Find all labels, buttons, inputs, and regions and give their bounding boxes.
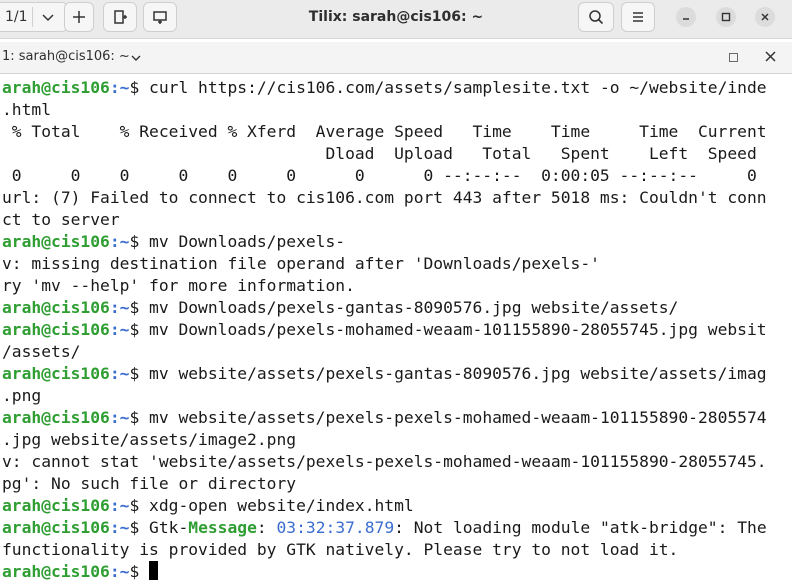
output-text: ct to server: [2, 210, 120, 229]
prompt-line: arah@cis106:~$ mv website/assets/pexels-…: [2, 407, 767, 429]
output-line: 0 0 0 0 0 0 0 0 --:--:-- 0:00:05 --:--:-…: [2, 165, 757, 187]
output-text: .html: [2, 100, 52, 119]
command-text: $ mv website/assets/pexels-pexels-mohame…: [129, 408, 767, 427]
output-text: /assets/: [2, 342, 81, 361]
output-line: .html: [2, 99, 51, 121]
output-line: pg': No such file or directory: [2, 473, 296, 495]
output-line: .jpg website/assets/image2.png: [2, 429, 296, 451]
main-menu-button[interactable]: [621, 2, 655, 32]
prompt-line: arah@cis106:~$ mv Downloads/pexels-: [2, 231, 345, 253]
prompt-path: :~: [109, 232, 130, 251]
maximize-terminal-icon[interactable]: [729, 53, 738, 62]
terminal-title-bar: 1: sarah@cis106: ~: [0, 42, 792, 74]
command-text: $ xdg-open website/index.html: [129, 496, 414, 515]
prompt-line: arah@cis106:~$ mv Downloads/pexels-moham…: [2, 319, 767, 341]
prompt-line: arah@cis106:~$ Gtk-Message: 03:32:37.879…: [2, 517, 767, 539]
minimize-icon: [683, 18, 689, 20]
prompt-line: arah@cis106:~$ mv Downloads/pexels-ganta…: [2, 297, 678, 319]
maximize-button[interactable]: [716, 7, 736, 27]
prompt-user: arah@cis106: [2, 298, 110, 317]
output-text: pg': No such file or directory: [2, 474, 297, 493]
window-title: Tilix: sarah@cis106: ~: [308, 9, 484, 25]
prompt-user: arah@cis106: [2, 562, 110, 581]
command-text: $ mv Downloads/pexels-: [129, 232, 346, 251]
separator-text: :: [256, 518, 277, 537]
output-text: Dload Upload Total Spent Left Speed: [2, 144, 757, 163]
search-icon: [589, 10, 604, 25]
close-window-button[interactable]: [755, 7, 775, 27]
command-text: $ mv Downloads/pexels-mohamed-weaam-1011…: [129, 320, 767, 339]
prompt-path: :~: [109, 496, 130, 515]
prompt-line: arah@cis106:~$ mv website/assets/pexels-…: [2, 363, 767, 385]
hamburger-menu-icon: [633, 12, 643, 22]
prompt-path: :~: [109, 562, 130, 581]
header-bar: 1/1 Tilix: sarah@cis106: ~: [0, 0, 792, 39]
output-line: Dload Upload Total Spent Left Speed: [2, 143, 757, 165]
command-text: $ mv website/assets/pexels-gantas-809057…: [129, 364, 767, 383]
output-text: v: cannot stat 'website/assets/pexels-pe…: [2, 452, 767, 471]
prompt-user: arah@cis106: [2, 232, 110, 251]
close-terminal-icon[interactable]: [764, 50, 777, 63]
chevron-down-icon[interactable]: [130, 52, 142, 64]
prompt-user: arah@cis106: [2, 320, 110, 339]
minimize-button[interactable]: [676, 7, 696, 27]
command-text: $ mv Downloads/pexels-gantas-8090576.jpg…: [129, 298, 679, 317]
find-button[interactable]: [578, 2, 614, 32]
prompt-line: arah@cis106:~$ curl https://cis106.com/a…: [2, 77, 767, 99]
prompt-user: arah@cis106: [2, 408, 110, 427]
output-text: ry 'mv --help' for more information.: [2, 276, 355, 295]
output-line: ct to server: [2, 209, 120, 231]
output-line: functionality is provided by GTK nativel…: [2, 539, 678, 561]
output-text: .png: [2, 386, 42, 405]
maximize-icon: [721, 12, 731, 22]
prompt-user: arah@cis106: [2, 518, 110, 537]
command-text: $ curl https://cis106.com/assets/samples…: [129, 78, 767, 97]
output-line: v: cannot stat 'website/assets/pexels-pe…: [2, 451, 767, 473]
output-text: % Total % Received % Xferd Average Speed…: [2, 122, 767, 141]
prompt-path: :~: [109, 320, 130, 339]
gtk-timestamp: 03:32:37.879: [276, 518, 395, 537]
output-line: .png: [2, 385, 41, 407]
gtk-message-label: Message: [188, 518, 257, 537]
prompt-line: arah@cis106:~$ xdg-open website/index.ht…: [2, 495, 414, 517]
output-line: v: missing destination file operand afte…: [2, 253, 600, 275]
terminal-title-label[interactable]: 1: sarah@cis106: ~: [2, 49, 130, 64]
output-line: % Total % Received % Xferd Average Speed…: [2, 121, 767, 143]
output-text: url: (7) Failed to connect to cis106.com…: [2, 188, 767, 207]
command-text: $: [129, 562, 150, 581]
output-line: /assets/: [2, 341, 80, 363]
prompt-user: arah@cis106: [2, 364, 110, 383]
output-text: functionality is provided by GTK nativel…: [2, 540, 679, 559]
prompt-line: arah@cis106:~$: [2, 561, 159, 583]
message-text: : Not loading module "atk-bridge": The: [394, 518, 767, 537]
output-line: ry 'mv --help' for more information.: [2, 275, 355, 297]
prompt-path: :~: [109, 408, 130, 427]
prompt-path: :~: [109, 518, 130, 537]
output-line: url: (7) Failed to connect to cis106.com…: [2, 187, 767, 209]
prompt-user: arah@cis106: [2, 496, 110, 515]
close-icon: [761, 13, 769, 21]
prompt-path: :~: [109, 78, 130, 97]
terminal-output[interactable]: arah@cis106:~$ curl https://cis106.com/a…: [0, 77, 792, 585]
prompt-user: arah@cis106: [2, 78, 110, 97]
command-text: $ Gtk-: [129, 518, 189, 537]
output-text: v: missing destination file operand afte…: [2, 254, 600, 273]
output-text: 0 0 0 0 0 0 0 0 --:--:-- 0:00:05 --:--:-…: [2, 166, 757, 185]
output-text: .jpg website/assets/image2.png: [2, 430, 297, 449]
text-cursor: [149, 561, 159, 580]
prompt-path: :~: [109, 364, 130, 383]
prompt-path: :~: [109, 298, 130, 317]
